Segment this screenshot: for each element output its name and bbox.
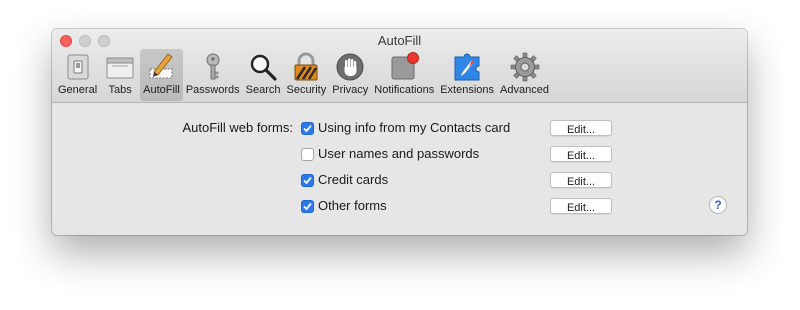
hand-icon [333,50,367,84]
toolbar-item-notifications[interactable]: Notifications [371,49,437,101]
contacts-option-label: Using info from my Contacts card [318,120,511,135]
help-button[interactable]: ? [709,196,727,214]
toolbar-label-passwords: Passwords [185,84,240,96]
credit-cards-checkbox[interactable] [301,174,314,187]
toolbar-item-search[interactable]: Search [243,49,284,101]
credit-cards-option-label: Credit cards [318,172,389,187]
toolbar-label-general: General [58,84,98,96]
toolbar-label-autofill: AutoFill [143,84,180,96]
lock-icon [289,50,323,84]
toolbar-item-tabs[interactable]: Tabs [100,49,140,101]
toolbar-label-advanced: Advanced [500,84,549,96]
window-title: AutoFill [377,33,422,48]
edit-contacts-button[interactable]: Edit... [550,120,612,136]
extensions-icon [450,50,484,84]
toolbar-label-search: Search [245,84,281,96]
preferences-toolbar: General Tabs AutoFill Passwords Search S… [55,49,552,101]
toolbar-label-tabs: Tabs [108,84,132,96]
toolbar-item-extensions[interactable]: Extensions [437,49,497,101]
key-icon [196,50,230,84]
general-icon [61,50,95,84]
preferences-window: AutoFill General Tabs AutoFill Passwords… [52,29,747,235]
notifications-icon [387,50,421,84]
toolbar-item-security[interactable]: Security [283,49,329,101]
autofill-pane: AutoFill web forms: Using info from my C… [52,103,747,235]
contacts-checkbox[interactable] [301,122,314,135]
usernames-passwords-option-label: User names and passwords [318,146,480,161]
edit-other-forms-button[interactable]: Edit... [550,198,612,214]
magnifier-icon [246,50,280,84]
toolbar-item-general[interactable]: General [55,49,100,101]
autofill-web-forms-label: AutoFill web forms: [182,120,293,135]
toolbar-label-notifications: Notifications [374,84,435,96]
usernames-passwords-checkbox[interactable] [301,148,314,161]
toolbar-label-security: Security [286,84,327,96]
toolbar-item-passwords[interactable]: Passwords [183,49,243,101]
toolbar-item-advanced[interactable]: Advanced [497,49,552,101]
toolbar-item-privacy[interactable]: Privacy [329,49,371,101]
autofill-row-contacts: AutoFill web forms: Using info from my C… [52,118,747,140]
toolbar-item-autofill[interactable]: AutoFill [140,49,183,101]
toolbar-label-privacy: Privacy [332,84,369,96]
autofill-row-other-forms: Other forms Edit... [52,196,747,218]
edit-credit-cards-button[interactable]: Edit... [550,172,612,188]
autofill-row-credit-cards: Credit cards Edit... [52,170,747,192]
tabs-icon [103,50,137,84]
edit-usernames-passwords-button[interactable]: Edit... [550,146,612,162]
other-forms-checkbox[interactable] [301,200,314,213]
toolbar-label-extensions: Extensions [440,84,495,96]
autofill-icon [144,50,178,84]
titlebar: AutoFill General Tabs AutoFill Passwords… [52,29,747,103]
autofill-row-usernames: User names and passwords Edit... [52,144,747,166]
gear-icon [508,50,542,84]
other-forms-option-label: Other forms [318,198,387,213]
